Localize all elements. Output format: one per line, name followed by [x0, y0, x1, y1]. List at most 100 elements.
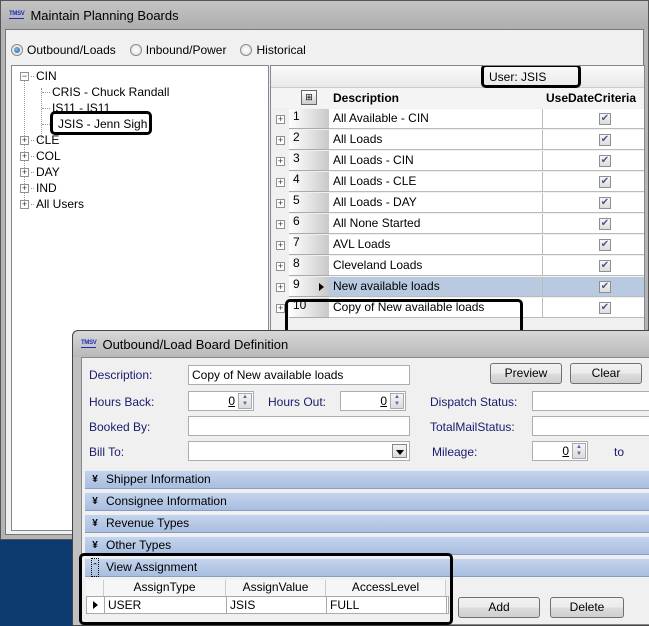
radio-selected-icon: [11, 44, 23, 56]
description-input[interactable]: Copy of New available loads: [188, 365, 410, 385]
grid-row[interactable]: +1 All Available - CIN ✔: [271, 109, 644, 130]
chevron-down-icon[interactable]: [392, 444, 407, 458]
mileage-label: Mileage:: [432, 445, 478, 459]
grid-row[interactable]: +8 Cleveland Loads ✔: [271, 256, 644, 277]
expand-icon[interactable]: +: [276, 262, 285, 271]
checkbox[interactable]: ✔: [599, 260, 611, 272]
checkbox[interactable]: ✔: [599, 239, 611, 251]
cell-description[interactable]: All Loads: [329, 130, 543, 150]
grid-row[interactable]: +2 All Loads ✔: [271, 130, 644, 151]
cell-description[interactable]: All Available - CIN: [329, 109, 543, 129]
row-number[interactable]: 3: [289, 151, 329, 171]
grid-row[interactable]: +5 All Loads - DAY ✔: [271, 193, 644, 214]
tree-node-cin[interactable]: − CIN: [20, 68, 57, 84]
expand-icon[interactable]: +: [276, 199, 285, 208]
section-shipper-information[interactable]: ¥ Shipper Information: [85, 470, 649, 489]
grid-user-bar: User: JSIS: [271, 66, 644, 88]
checkbox[interactable]: ✔: [599, 197, 611, 209]
checkbox[interactable]: ✔: [599, 134, 611, 146]
expand-icon[interactable]: +: [276, 136, 285, 145]
radio-unselected-icon: [240, 44, 253, 56]
hours-back-spinner[interactable]: 0 ▲ ▼: [188, 391, 254, 411]
spin-updown-icon[interactable]: ▲ ▼: [238, 393, 252, 409]
col-usedatecriteria[interactable]: UseDateCriteria: [546, 91, 636, 105]
expand-icon[interactable]: +: [20, 151, 29, 161]
checkbox[interactable]: ✔: [599, 281, 611, 293]
mileage-spinner[interactable]: 0 ▲ ▼: [532, 441, 588, 461]
expand-icon[interactable]: +: [276, 157, 285, 166]
row-number[interactable]: 6: [289, 214, 329, 234]
cell-description[interactable]: AVL Loads: [329, 235, 543, 255]
expand-icon[interactable]: +: [20, 167, 29, 177]
checkbox[interactable]: ✔: [599, 218, 611, 230]
cell-usedatecriteria: ✔: [543, 214, 644, 234]
dispatch-status-input[interactable]: [532, 391, 649, 411]
expand-icon[interactable]: +: [276, 241, 285, 250]
checkbox[interactable]: ✔: [599, 302, 611, 314]
expand-chevron-icon: ¥: [92, 518, 98, 529]
cell-description[interactable]: New available loads: [329, 277, 543, 297]
expand-icon[interactable]: +: [276, 304, 285, 313]
checkbox[interactable]: ✔: [599, 155, 611, 167]
radio-outbound-loads[interactable]: Outbound/Loads: [11, 43, 116, 57]
radio-historical[interactable]: Historical: [240, 43, 306, 57]
clear-button[interactable]: Clear: [570, 363, 642, 384]
row-number[interactable]: 7: [289, 235, 329, 255]
tree-node-col[interactable]: + COL: [20, 148, 61, 164]
col-description[interactable]: Description: [333, 91, 399, 105]
grid-row[interactable]: +7 AVL Loads ✔: [271, 235, 644, 256]
tree-node-jsis-label[interactable]: JSIS - Jenn Sigh: [58, 116, 147, 132]
section-revenue-types[interactable]: ¥ Revenue Types: [85, 514, 649, 533]
row-pointer-icon: [319, 283, 324, 291]
section-consignee-information[interactable]: ¥ Consignee Information: [85, 492, 649, 511]
column-chooser-icon[interactable]: ⊞: [301, 90, 317, 105]
app-logo-icon: TMSV: [9, 11, 25, 19]
row-number[interactable]: 5: [289, 193, 329, 213]
row-number[interactable]: 4: [289, 172, 329, 192]
radio-inbound-power[interactable]: Inbound/Power: [129, 43, 226, 57]
row-number[interactable]: 2: [289, 130, 329, 150]
delete-button[interactable]: Delete: [550, 597, 624, 618]
bill-to-dropdown[interactable]: [188, 441, 410, 461]
row-number[interactable]: 8: [289, 256, 329, 276]
expand-icon[interactable]: +: [20, 199, 29, 209]
expand-icon[interactable]: +: [276, 178, 285, 187]
grid-row[interactable]: +3 All Loads - CIN ✔: [271, 151, 644, 172]
expand-icon[interactable]: +: [20, 183, 29, 193]
grid-row[interactable]: +4 All Loads - CLE ✔: [271, 172, 644, 193]
tree-node-all-users[interactable]: + All Users: [20, 196, 84, 212]
spin-updown-icon[interactable]: ▲ ▼: [390, 393, 404, 409]
dialog-titlebar[interactable]: TMSV Outbound/Load Board Definition: [73, 331, 649, 357]
grid-row[interactable]: +6 All None Started ✔: [271, 214, 644, 235]
hours-back-label: Hours Back:: [89, 395, 155, 409]
bill-to-label: Bill To:: [89, 445, 125, 459]
collapse-icon[interactable]: −: [20, 71, 29, 81]
mileage-to-label: to: [614, 445, 625, 459]
tree-node-cle[interactable]: + CLE: [20, 132, 59, 148]
cell-description[interactable]: All None Started: [329, 214, 543, 234]
checkbox[interactable]: ✔: [599, 113, 611, 125]
tree-node-cris[interactable]: CRIS - Chuck Randall: [42, 84, 169, 100]
preview-button[interactable]: Preview: [490, 363, 562, 384]
cell-description[interactable]: Cleveland Loads: [329, 256, 543, 276]
checkbox[interactable]: ✔: [599, 176, 611, 188]
expand-icon[interactable]: +: [20, 135, 29, 145]
row-number[interactable]: 1: [289, 109, 329, 129]
total-mail-status-input[interactable]: [532, 416, 649, 436]
board-definition-dialog: TMSV Outbound/Load Board Definition Desc…: [72, 330, 649, 626]
grid-row[interactable]: +9 New available loads ✔: [271, 277, 644, 298]
expand-icon[interactable]: +: [276, 283, 285, 292]
spin-updown-icon[interactable]: ▲ ▼: [572, 443, 586, 459]
add-button[interactable]: Add: [458, 597, 540, 618]
cell-description[interactable]: All Loads - CIN: [329, 151, 543, 171]
hours-out-spinner[interactable]: 0 ▲ ▼: [340, 391, 406, 411]
cell-description[interactable]: All Loads - DAY: [329, 193, 543, 213]
expand-icon[interactable]: +: [276, 115, 285, 124]
main-titlebar[interactable]: TMSV Maintain Planning Boards: [1, 1, 648, 29]
dispatch-status-label: Dispatch Status:: [430, 395, 518, 409]
tree-node-ind[interactable]: + IND: [20, 180, 57, 196]
booked-by-input[interactable]: [188, 416, 410, 436]
tree-node-day[interactable]: + DAY: [20, 164, 60, 180]
cell-description[interactable]: All Loads - CLE: [329, 172, 543, 192]
expand-icon[interactable]: +: [276, 220, 285, 229]
